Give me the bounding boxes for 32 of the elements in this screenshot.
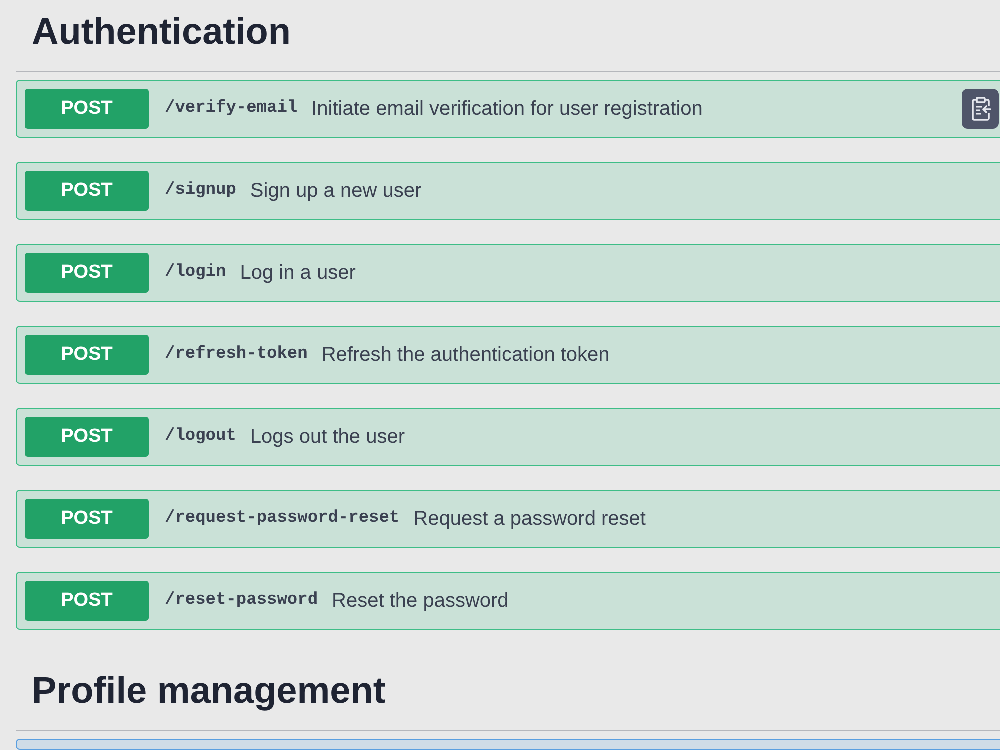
operation-row[interactable]: POST /login Log in a user [16, 244, 1000, 302]
method-badge: POST [25, 253, 149, 293]
endpoint-path: /refresh-token [165, 344, 308, 366]
copy-button[interactable] [962, 89, 999, 129]
method-badge: POST [25, 581, 149, 621]
operation-row[interactable]: POST /reset-password Reset the password [16, 572, 1000, 630]
endpoint-path: /verify-email [165, 98, 298, 120]
endpoint-summary: Logs out the user [250, 425, 405, 450]
endpoint-path: /reset-password [165, 590, 318, 612]
method-badge: POST [25, 417, 149, 457]
operation-row[interactable]: POST /request-password-reset Request a password reset [16, 490, 1000, 548]
method-badge: POST [25, 499, 149, 539]
method-badge: POST [25, 89, 149, 129]
endpoint-summary: Reset the password [332, 589, 509, 614]
endpoint-path: /login [165, 262, 226, 284]
endpoint-path: /request-password-reset [165, 508, 400, 530]
endpoint-summary: Sign up a new user [250, 179, 422, 204]
operation-row[interactable]: POST /signup Sign up a new user [16, 162, 1000, 220]
endpoint-summary: Refresh the authentication token [322, 343, 610, 368]
clipboard-icon [970, 97, 990, 121]
endpoint-path: /signup [165, 180, 236, 202]
operation-row[interactable]: POST /verify-email Initiate email verification for user registration [16, 80, 1000, 138]
endpoint-summary: Log in a user [240, 261, 356, 286]
section-heading: Authentication [32, 10, 291, 54]
method-badge: POST [25, 171, 149, 211]
section-heading: Profile management [32, 669, 386, 713]
method-badge: POST [25, 335, 149, 375]
endpoint-summary: Request a password reset [414, 507, 646, 532]
endpoint-summary: Initiate email verification for user registration [312, 97, 703, 122]
operation-row[interactable]: POST /refresh-token Refresh the authentication token [16, 326, 1000, 384]
endpoint-path: /logout [165, 426, 236, 448]
operation-row[interactable]: POST /logout Logs out the user [16, 408, 1000, 466]
